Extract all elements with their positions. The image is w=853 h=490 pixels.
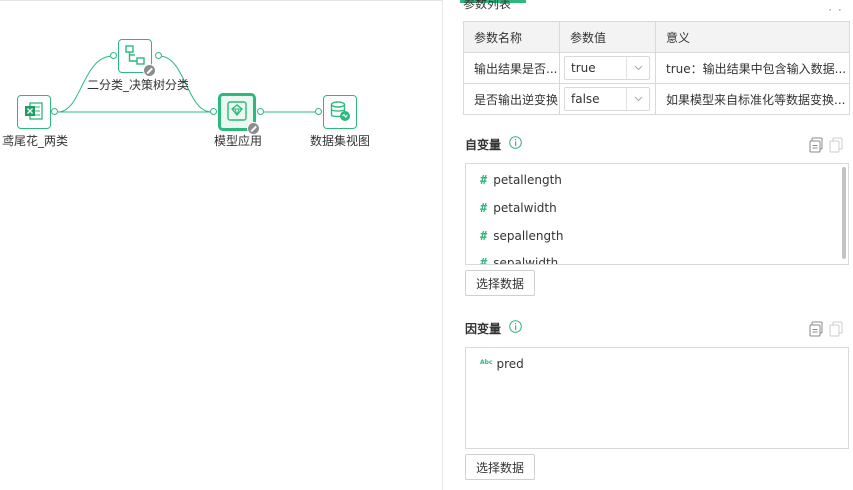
independent-vars-list[interactable]: # petallength # petalwidth # sepallength # s… (465, 163, 849, 265)
node-dataset-view[interactable] (323, 95, 357, 129)
copy-icon[interactable] (809, 321, 823, 337)
flow-connections (57, 55, 317, 113)
node-decision-tree[interactable] (118, 39, 156, 77)
table-row: 是否输出逆变换 false 如果模型来自标准化等数据变换... (463, 83, 850, 115)
node-view-label: 数据集视图 (310, 134, 371, 148)
param-name-cell: 输出结果是否... (463, 52, 560, 84)
header-param-value: 参数值 (559, 21, 656, 53)
node-iris-output-port[interactable] (51, 108, 58, 115)
param-meaning-cell: 如果模型来自标准化等数据变换... (655, 83, 850, 115)
select-value: false (571, 92, 600, 106)
copy-icon[interactable] (809, 137, 823, 153)
node-apply-input-port[interactable] (210, 108, 217, 115)
list-item[interactable]: Abc pred (480, 357, 524, 371)
chevron-down-icon[interactable] (626, 57, 649, 79)
param-value-select[interactable]: true (564, 56, 650, 80)
header-param-name: 参数名称 (463, 21, 560, 53)
header-param-meaning: 意义 (655, 21, 850, 53)
numeric-icon: # (480, 229, 488, 243)
list-item[interactable]: # petallength (480, 173, 562, 187)
independent-vars-title: 自变量 (465, 138, 502, 152)
param-name-cell: 是否输出逆变换 (463, 83, 560, 115)
properties-panel: 参数列表 参数名称 参数值 意义 输出结果是否... true true：输出结… (443, 0, 853, 490)
select-independent-data-button[interactable]: 选择数据 (465, 270, 535, 296)
paste-icon[interactable] (829, 321, 843, 337)
node-tree-label: 二分类_决策树分类 (87, 78, 190, 92)
numeric-icon: # (480, 256, 488, 265)
node-iris-dataset[interactable] (17, 95, 51, 129)
dependent-var-list[interactable]: Abc pred (465, 347, 849, 449)
tab-param-list[interactable]: 参数列表 (463, 0, 511, 12)
params-table: 参数名称 参数值 意义 输出结果是否... true true：输出结果中包含输… (463, 21, 850, 115)
database-view-icon (329, 100, 351, 125)
excel-dataset-icon (24, 101, 44, 124)
list-item[interactable]: # sepallength (480, 229, 563, 243)
dependent-var-title: 因变量 (465, 322, 502, 336)
flow-canvas[interactable]: 鸢尾花_两类 二分类_决策树分类 模型应用 数据集视图 (0, 0, 442, 490)
node-view-input-port[interactable] (315, 108, 322, 115)
paste-icon[interactable] (829, 137, 843, 153)
select-value: true (571, 61, 596, 75)
list-item[interactable]: # petalwidth (480, 201, 557, 215)
node-tree-input-port[interactable] (110, 52, 117, 59)
select-dependent-data-button[interactable]: 选择数据 (465, 454, 535, 480)
params-table-header: 参数名称 参数值 意义 (463, 21, 850, 53)
numeric-icon: # (480, 201, 488, 215)
decision-tree-icon (124, 44, 146, 69)
node-model-apply[interactable] (218, 93, 260, 135)
chevron-down-icon[interactable] (626, 88, 649, 110)
scrollbar[interactable] (842, 167, 846, 259)
list-item[interactable]: # sepalwidth (480, 256, 558, 265)
text-type-icon: Abc (480, 359, 493, 366)
node-apply-label: 模型应用 (214, 134, 263, 148)
info-icon[interactable] (509, 136, 522, 149)
expand-icon[interactable] (829, 0, 841, 11)
param-value-select[interactable]: false (564, 87, 650, 111)
model-apply-icon (226, 100, 248, 125)
table-row: 输出结果是否... true true：输出结果中包含输入数据... (463, 52, 850, 84)
node-iris-label: 鸢尾花_两类 (2, 134, 69, 148)
info-icon[interactable] (509, 320, 522, 333)
node-apply-output-port[interactable] (257, 108, 264, 115)
param-meaning-cell: true：输出结果中包含输入数据... (655, 52, 850, 84)
numeric-icon: # (480, 173, 488, 187)
node-tree-output-port[interactable] (155, 52, 162, 59)
